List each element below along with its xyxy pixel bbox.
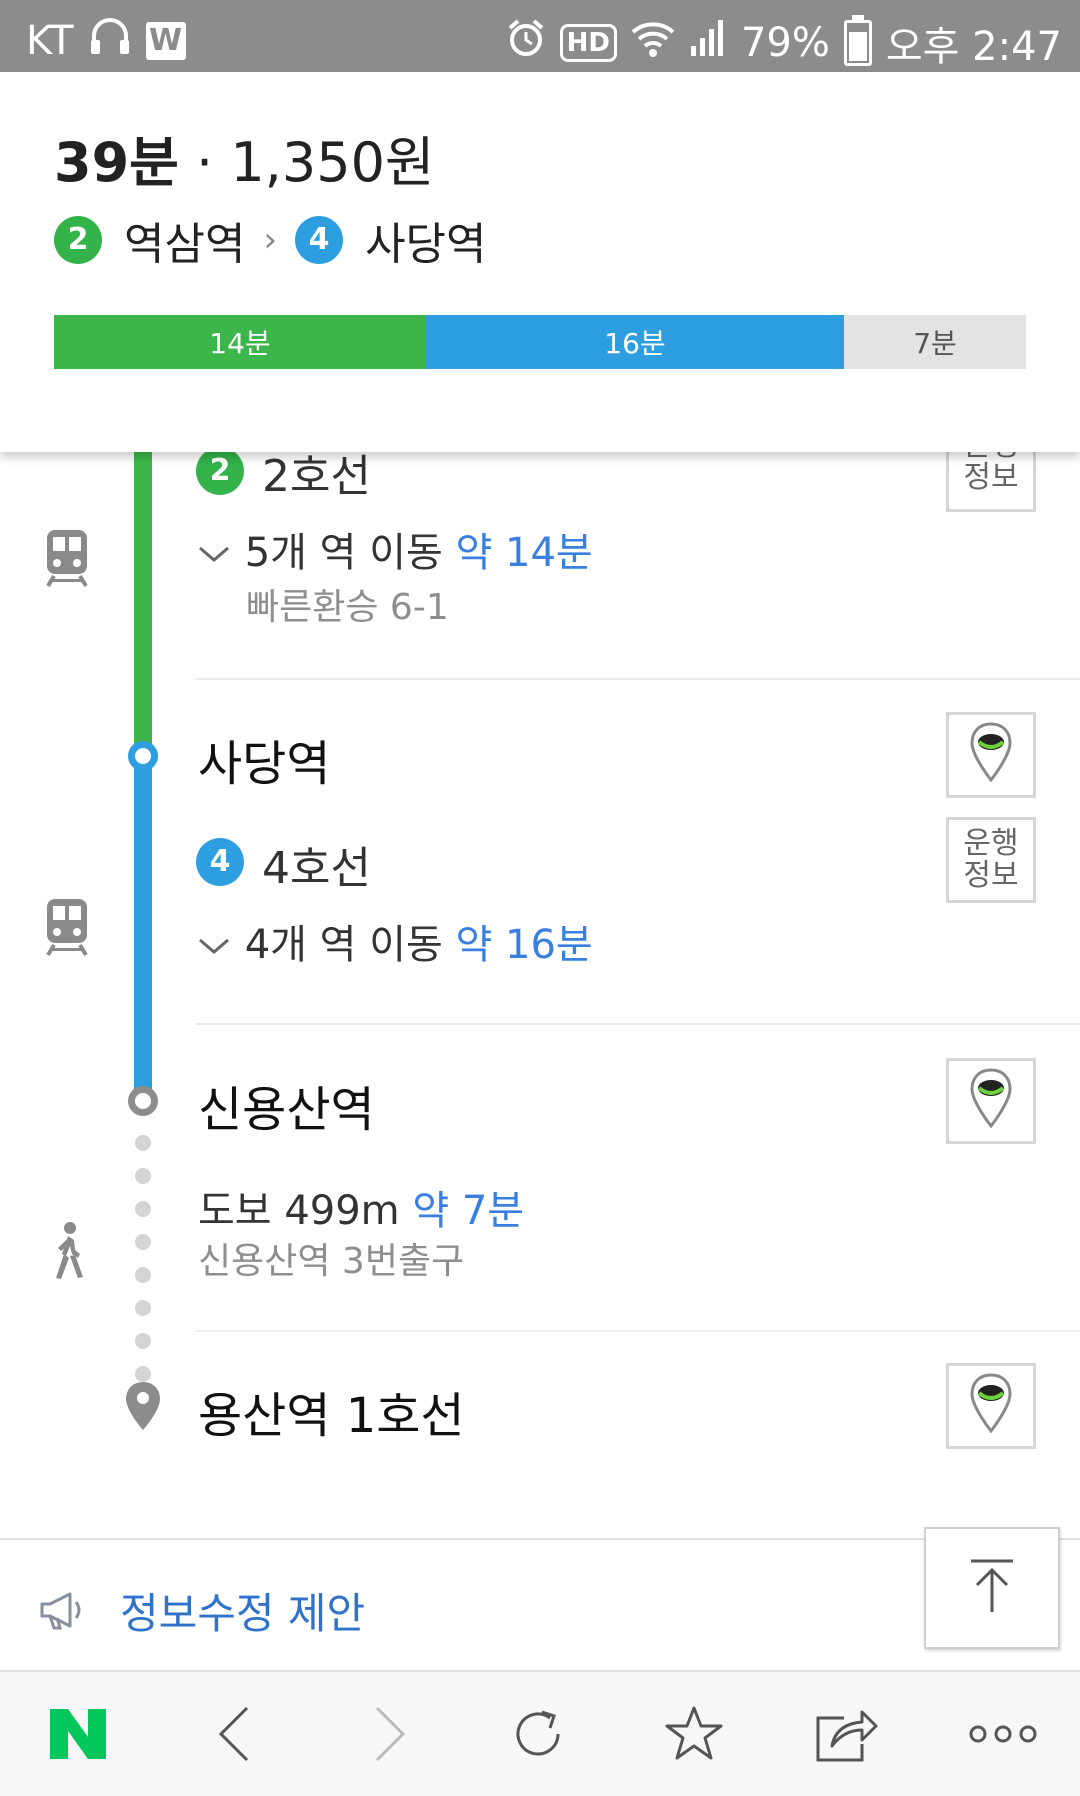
origin-line-badge: 2 (54, 216, 102, 264)
segment-line4: 16분 (426, 315, 844, 369)
destination-pin-icon (124, 1380, 162, 1436)
hd-voice-icon: HD (559, 24, 617, 62)
quick-transfer-info: 빠른환승 6-1 (246, 587, 449, 628)
scroll-top-button[interactable] (924, 1527, 1060, 1649)
route-stations: 2 역삼역 › 4 사당역 (54, 208, 505, 272)
walk-info: 도보 499m 약 7분 (198, 1188, 525, 1234)
naver-home-button[interactable] (46, 1702, 110, 1766)
walk-path-dot (135, 1300, 151, 1316)
alarm-icon (506, 18, 546, 68)
sinyongsan-map-button[interactable] (946, 1058, 1036, 1144)
chevron-down-icon (196, 922, 232, 968)
forward-button[interactable] (366, 1702, 416, 1766)
line2-badge: 2 (196, 447, 244, 495)
naver-logo-icon (50, 1709, 106, 1759)
battery-percent: 79% (740, 20, 830, 66)
refresh-button[interactable] (506, 1702, 570, 1766)
battery-icon (843, 15, 872, 66)
walk-path-dot (135, 1234, 151, 1250)
chevron-left-icon (218, 1706, 249, 1762)
more-menu-button[interactable] (968, 1702, 1038, 1766)
walk-time: 약 7분 (412, 1188, 525, 1234)
destination-map-button[interactable] (946, 1363, 1036, 1449)
line4-route-line (134, 758, 152, 1100)
map-pin-icon (969, 1067, 1013, 1135)
line2-move-time: 약 14분 (455, 530, 593, 576)
subway-icon (44, 528, 90, 592)
total-duration: 39분 (54, 131, 179, 194)
arrow-up-icon (967, 1558, 1017, 1618)
walk-path-dot (135, 1333, 151, 1349)
total-fare: 1,350원 (230, 131, 435, 194)
back-button[interactable] (208, 1702, 258, 1766)
time-breakdown-bar: 14분 16분 7분 (54, 315, 1026, 369)
map-pin-icon (969, 721, 1013, 789)
alight-node (128, 1086, 158, 1116)
station-sinyongsan: 신용산역 (198, 1082, 375, 1138)
refresh-icon (516, 1710, 560, 1756)
line4-badge: 4 (196, 838, 244, 886)
megaphone-icon (38, 1588, 90, 1636)
walk-path-dot (135, 1201, 151, 1217)
walking-person-icon (50, 1222, 86, 1284)
star-icon (665, 1706, 723, 1760)
wifi-icon (631, 18, 675, 68)
clock: 오후 2:47 (885, 24, 1062, 70)
line4-service-info-button[interactable]: 운행 정보 (946, 817, 1036, 903)
segment-line2: 14분 (54, 315, 426, 369)
bookmark-button[interactable] (662, 1702, 726, 1766)
suggest-edit-link[interactable]: 정보수정 제안 (120, 1580, 365, 1641)
subway-icon (44, 897, 90, 961)
more-dots-icon (969, 1725, 1037, 1743)
sadang-map-button[interactable] (946, 712, 1036, 798)
route-summary-card: 39분 · 1,350원 2 역삼역 › 4 사당역 14분 16분 7분 (0, 72, 1080, 452)
transfer-node (128, 741, 158, 771)
line2-stops-toggle[interactable]: 5개 역 이동 약 14분 (196, 520, 593, 578)
station-sadang: 사당역 (198, 736, 331, 792)
divider (196, 678, 1080, 680)
segment-walk: 7분 (844, 315, 1026, 369)
suggest-edit-bar[interactable]: 정보수정 제안 (0, 1538, 1080, 1672)
chevron-right-icon: › (263, 220, 278, 260)
map-pin-icon (969, 1372, 1013, 1440)
station-destination: 용산역 1호선 (198, 1388, 465, 1444)
line4-name: 4호선 (262, 843, 371, 894)
carrier-label: KT (26, 18, 74, 64)
walk-path-dot (135, 1135, 151, 1151)
app-w-icon: W (145, 22, 186, 60)
signal-icon (689, 18, 727, 68)
line4-stops-toggle[interactable]: 4개 역 이동 약 16분 (196, 912, 593, 970)
headphones-icon (88, 14, 132, 68)
exit-info: 신용산역 3번출구 (198, 1241, 465, 1282)
chevron-right-icon (375, 1706, 406, 1762)
transfer-station: 사당역 (365, 219, 487, 270)
status-bar: KT W HD 79% 오후 2:47 (0, 0, 1080, 72)
walk-path-dot (135, 1168, 151, 1184)
route-time-fare: 39분 · 1,350원 (54, 131, 435, 194)
share-icon (816, 1710, 878, 1762)
line2-route-line (134, 452, 152, 758)
divider (196, 1023, 1080, 1025)
share-button[interactable] (814, 1702, 880, 1766)
destination-line-badge: 4 (295, 216, 344, 264)
line4-move-time: 약 16분 (455, 922, 593, 968)
divider (196, 1330, 1080, 1332)
origin-station: 역삼역 (124, 219, 246, 270)
walk-path-dot (135, 1267, 151, 1283)
browser-toolbar (0, 1670, 1080, 1796)
chevron-down-icon (196, 530, 232, 576)
